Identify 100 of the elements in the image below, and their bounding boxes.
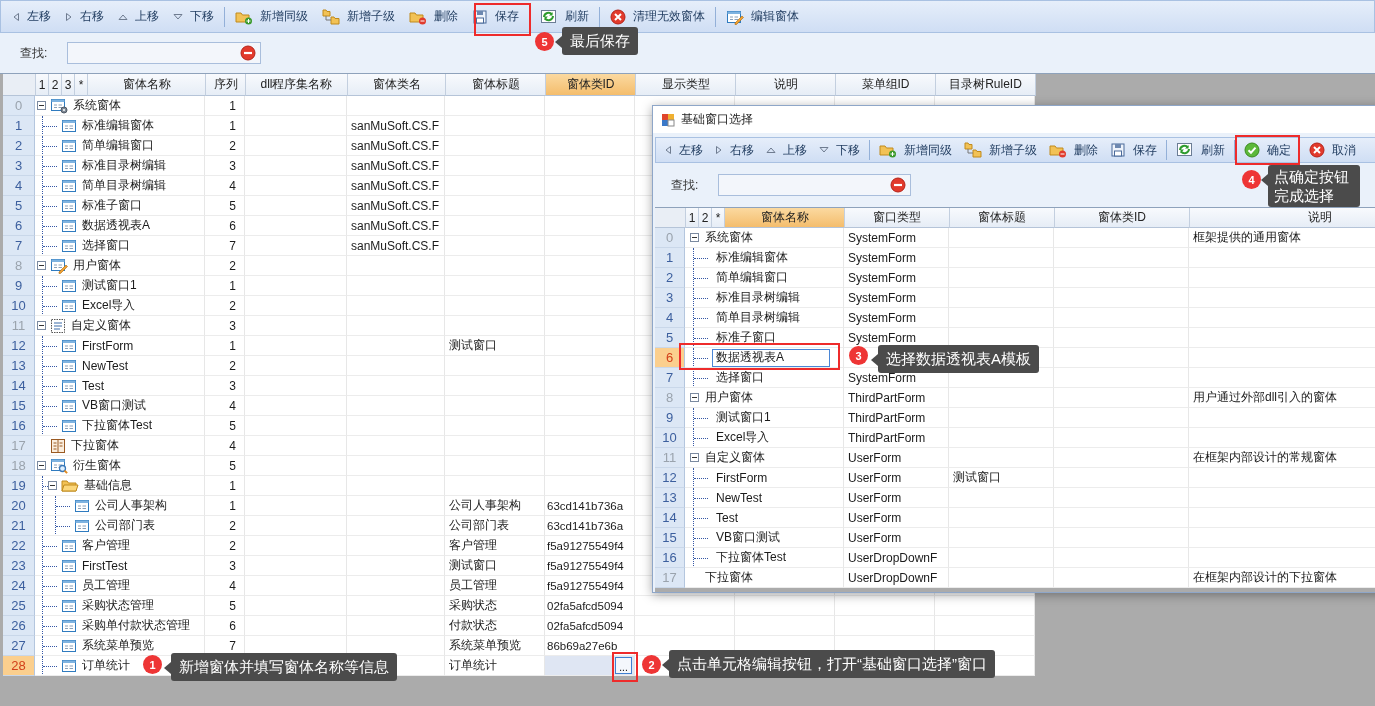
level-button[interactable]: 1 <box>36 74 49 96</box>
collapse-icon[interactable] <box>37 101 46 110</box>
row-number[interactable]: 2 <box>3 136 35 156</box>
row-number[interactable]: 19 <box>3 476 35 496</box>
collapse-icon[interactable] <box>690 453 699 462</box>
row-number[interactable]: 12 <box>655 468 685 488</box>
column-header[interactable]: 窗口类型 <box>845 208 950 228</box>
row-number[interactable]: 6 <box>655 348 685 368</box>
row-number[interactable]: 24 <box>3 576 35 596</box>
row-number[interactable]: 12 <box>3 336 35 356</box>
row-number[interactable]: 15 <box>3 396 35 416</box>
row-number[interactable]: 14 <box>3 376 35 396</box>
toolbar-button[interactable]: 新增子级 <box>958 138 1043 162</box>
toolbar-button[interactable]: 刷新 <box>1170 138 1231 162</box>
toolbar-button[interactable]: 新增子级 <box>315 4 402 29</box>
row-number[interactable]: 4 <box>3 176 35 196</box>
x-circle-icon <box>1309 142 1325 158</box>
collapse-icon[interactable] <box>37 461 46 470</box>
form-name: 下拉窗体Test <box>716 549 786 566</box>
column-header[interactable]: 窗体类ID <box>546 74 636 96</box>
search-field[interactable] <box>718 174 912 196</box>
toolbar-button[interactable]: 取消 <box>1303 138 1362 162</box>
column-header[interactable]: 说明 <box>1190 208 1375 228</box>
row-number[interactable]: 5 <box>3 196 35 216</box>
row-number[interactable]: 22 <box>3 536 35 556</box>
toolbar-button[interactable]: 新增同级 <box>228 4 315 29</box>
column-header[interactable]: 窗体标题 <box>950 208 1055 228</box>
row-number[interactable]: 26 <box>3 616 35 636</box>
toolbar-button[interactable]: 下移 <box>166 4 221 29</box>
toolbar-button[interactable]: 新增同级 <box>873 138 958 162</box>
level-button[interactable]: 2 <box>49 74 62 96</box>
row-number[interactable]: 1 <box>3 116 35 136</box>
search-field[interactable] <box>67 42 262 64</box>
row-number[interactable]: 14 <box>655 508 685 528</box>
toolbar-button[interactable]: 上移 <box>760 138 813 162</box>
toolbar-button[interactable]: 保存 <box>465 4 526 29</box>
column-header[interactable]: 目录树RuleID <box>936 74 1036 96</box>
toolbar-button[interactable]: 删除 <box>1043 138 1104 162</box>
column-header[interactable]: 窗体名称 <box>88 74 206 96</box>
column-header[interactable]: 窗体标题 <box>446 74 546 96</box>
toolbar-button[interactable]: 保存 <box>1104 138 1163 162</box>
collapse-icon[interactable] <box>37 321 46 330</box>
row-number[interactable]: 2 <box>655 268 685 288</box>
column-header[interactable]: 窗体类ID <box>1055 208 1190 228</box>
collapse-icon[interactable] <box>690 393 699 402</box>
column-header[interactable]: 说明 <box>736 74 836 96</box>
row-number[interactable]: 16 <box>655 548 685 568</box>
row-number[interactable]: 6 <box>3 216 35 236</box>
level-button[interactable]: 3 <box>62 74 75 96</box>
level-button[interactable]: * <box>75 74 88 96</box>
row-number[interactable]: 5 <box>655 328 685 348</box>
form-name: Test <box>716 510 738 525</box>
toolbar-button[interactable]: 右移 <box>709 138 760 162</box>
row-number[interactable]: 25 <box>3 596 35 616</box>
collapse-icon[interactable] <box>690 233 699 242</box>
row-number[interactable]: 4 <box>655 308 685 328</box>
row-number[interactable]: 10 <box>3 296 35 316</box>
row-number[interactable]: 13 <box>3 356 35 376</box>
row-number[interactable]: 13 <box>655 488 685 508</box>
row-number[interactable]: 21 <box>3 516 35 536</box>
left-triangle-icon <box>12 11 20 22</box>
toolbar-button[interactable]: 下移 <box>813 138 866 162</box>
row-number[interactable]: 10 <box>655 428 685 448</box>
row-number[interactable]: 7 <box>3 236 35 256</box>
name-input[interactable]: 数据透视表A <box>712 348 830 367</box>
level-button[interactable]: 2 <box>699 208 712 228</box>
toolbar-button[interactable]: 左移 <box>658 138 709 162</box>
minus-circle-icon <box>240 45 257 61</box>
toolbar-button[interactable]: 删除 <box>402 4 465 29</box>
toolbar-button[interactable]: 右移 <box>58 4 111 29</box>
column-header[interactable]: 显示类型 <box>636 74 736 96</box>
row-number[interactable]: 23 <box>3 556 35 576</box>
column-header[interactable]: 窗体名称 <box>725 208 845 228</box>
form-name: 客户管理 <box>82 537 130 554</box>
row-number[interactable]: 20 <box>3 496 35 516</box>
level-button[interactable]: 1 <box>686 208 699 228</box>
ellipsis-button[interactable]: ... <box>615 657 632 674</box>
row-number[interactable]: 15 <box>655 528 685 548</box>
row-number[interactable]: 16 <box>3 416 35 436</box>
row-number[interactable]: 9 <box>3 276 35 296</box>
toolbar-button[interactable]: 确定 <box>1238 138 1297 162</box>
row-number[interactable]: 3 <box>655 288 685 308</box>
form-name: FirstTest <box>82 558 128 573</box>
column-header[interactable]: 窗体类名 <box>348 74 446 96</box>
collapse-icon[interactable] <box>48 481 57 490</box>
form-name: 简单编辑窗口 <box>82 137 154 154</box>
row-number[interactable]: 1 <box>655 248 685 268</box>
row-number[interactable]: 28 <box>3 656 35 676</box>
column-header[interactable]: 菜单组ID <box>836 74 936 96</box>
row-number[interactable]: 9 <box>655 408 685 428</box>
collapse-icon[interactable] <box>37 261 46 270</box>
row-number[interactable]: 7 <box>655 368 685 388</box>
row-number[interactable]: 3 <box>3 156 35 176</box>
level-button[interactable]: * <box>712 208 725 228</box>
toolbar-button[interactable]: 上移 <box>111 4 166 29</box>
toolbar-button[interactable]: 编辑窗体 <box>719 4 806 29</box>
column-header[interactable]: 序列 <box>206 74 246 96</box>
toolbar-button[interactable]: 左移 <box>5 4 58 29</box>
column-header[interactable]: dll程序集名称 <box>246 74 348 96</box>
row-number[interactable]: 27 <box>3 636 35 656</box>
